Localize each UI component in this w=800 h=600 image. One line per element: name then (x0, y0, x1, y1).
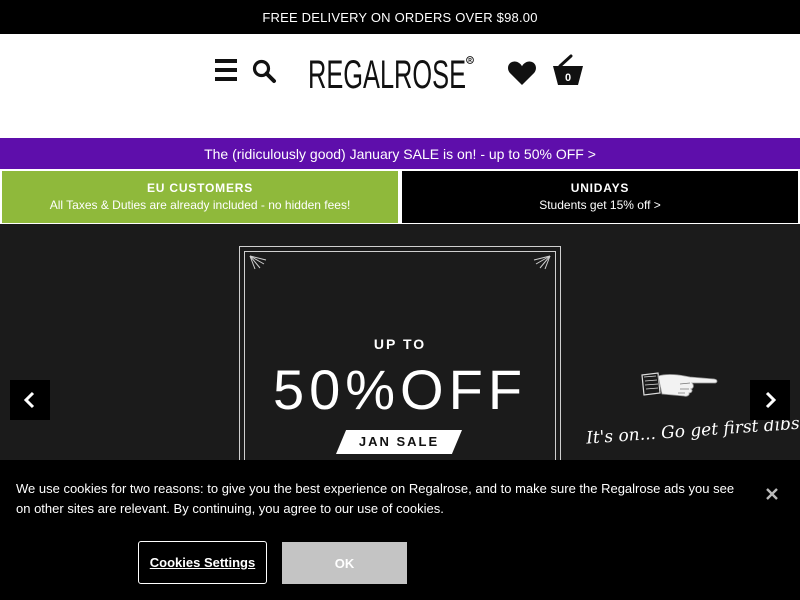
search-icon[interactable] (251, 58, 277, 84)
unidays-subtitle: Students get 15% off > (539, 198, 661, 212)
sale-promo-banner[interactable]: The (ridiculously good) January SALE is … (0, 138, 800, 169)
cookie-message: We use cookies for two reasons: to give … (16, 481, 735, 516)
free-delivery-bar: FREE DELIVERY ON ORDERS OVER $98.00 (0, 0, 800, 34)
cookies-ok-button[interactable]: OK (282, 542, 407, 584)
sale-promo-text: The (ridiculously good) January SALE is … (204, 145, 596, 162)
heart-icon[interactable] (507, 60, 537, 86)
basket-icon[interactable]: 0 (551, 54, 585, 86)
cookie-banner: We use cookies for two reasons: to give … (0, 460, 800, 600)
frame-corner-burst-left-icon (249, 255, 267, 270)
hero-slide[interactable]: UP TO 50%OFF JAN SALE It's on... Go get … (0, 224, 800, 460)
hero-tagline: It's on... Go get first dibs! (585, 413, 800, 449)
basket-count: 0 (565, 72, 571, 84)
unidays-title: UNIDAYS (570, 181, 630, 195)
eu-customers-title: EU CUSTOMERS (146, 181, 254, 195)
slider-prev-button[interactable] (10, 380, 50, 420)
eu-customers-banner[interactable]: EU CUSTOMERS All Taxes & Duties are alre… (2, 171, 398, 223)
menu-icon[interactable] (214, 59, 238, 81)
pointing-hand-icon (641, 372, 718, 397)
chevron-left-icon (23, 391, 35, 409)
svg-text:R: R (468, 58, 472, 64)
slider-next-button[interactable] (750, 380, 790, 420)
hero-discount: 50%OFF (272, 358, 528, 421)
hero-up-to: UP TO (373, 336, 427, 352)
logo-text: REGALROSE (308, 54, 466, 92)
info-banners: EU CUSTOMERS All Taxes & Duties are alre… (0, 169, 800, 224)
free-delivery-text: FREE DELIVERY ON ORDERS OVER $98.00 (262, 9, 538, 25)
jan-sale-badge: JAN SALE (336, 430, 462, 454)
unidays-banner[interactable]: UNIDAYS Students get 15% off > (402, 171, 798, 223)
cookies-settings-button[interactable]: Cookies Settings (138, 541, 267, 584)
regalrose-logo[interactable]: REGALROSE R (308, 53, 476, 97)
frame-corner-burst-right-icon (533, 255, 551, 270)
close-icon[interactable] (762, 484, 782, 504)
jan-sale-label: JAN SALE (358, 434, 440, 449)
chevron-right-icon (765, 391, 777, 409)
site-header: REGALROSE R 0 (0, 34, 800, 138)
decorative-frame-inner (244, 251, 556, 460)
eu-customers-subtitle: All Taxes & Duties are already included … (49, 198, 351, 212)
